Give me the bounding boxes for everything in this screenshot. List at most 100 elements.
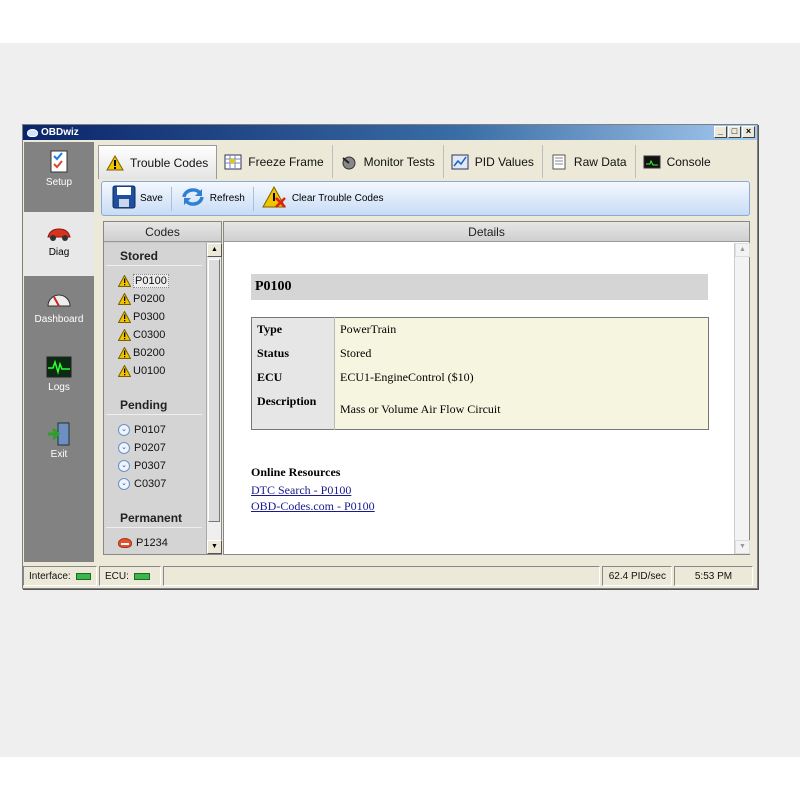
tab-raw-data[interactable]: Raw Data: [542, 145, 636, 178]
pending-chevron-icon: ⌄: [118, 424, 130, 436]
chart-icon: [451, 154, 469, 170]
warning-icon: [117, 292, 132, 305]
clear-warning-icon: [261, 185, 288, 212]
scroll-up-arrow[interactable]: ▲: [735, 243, 750, 257]
pending-chevron-icon: ⌄: [118, 478, 130, 490]
ecu-status: ECU:: [99, 566, 161, 586]
code-list-item[interactable]: ⌄ P0307: [104, 457, 206, 475]
refresh-button[interactable]: Refresh: [176, 185, 249, 213]
codes-panel: Codes Stored P0100 P0200 P0300 C0300 B0200 U0…: [103, 221, 222, 555]
code-list-item[interactable]: P0200: [104, 290, 206, 308]
info-value: ECU1-EngineControl ($10): [334, 365, 709, 390]
save-label: Save: [140, 193, 163, 204]
scroll-down-arrow[interactable]: ▼: [735, 540, 750, 554]
codes-list[interactable]: Stored P0100 P0200 P0300 C0300 B0200 U0100 Pe…: [104, 243, 206, 554]
tab-console[interactable]: Console: [635, 145, 719, 178]
details-panel: Details P0100 Type PowerTrain Status Sto…: [223, 221, 750, 555]
floppy-disk-icon: [112, 185, 136, 212]
codes-scrollbar[interactable]: ▲ ▼: [206, 243, 222, 554]
waveform-icon: [46, 355, 72, 379]
code-list-item[interactable]: P0100: [104, 272, 206, 290]
online-resources: Online Resources DTC Search - P0100 OBD-…: [251, 465, 375, 514]
interface-label: Interface:: [29, 570, 71, 582]
info-row: Status Stored: [251, 341, 709, 366]
info-key: Status: [251, 341, 335, 366]
code-label: P0200: [133, 293, 165, 305]
code-label: P0307: [134, 460, 166, 472]
minimize-button[interactable]: _: [714, 126, 727, 138]
save-button[interactable]: Save: [108, 185, 167, 213]
nav-label: Dashboard: [34, 314, 84, 325]
nav-item-setup[interactable]: Setup: [24, 142, 94, 206]
info-key: Type: [251, 317, 335, 342]
window-controls: _ □ ×: [714, 126, 755, 138]
clear-trouble-codes-button[interactable]: Clear Trouble Codes: [258, 185, 388, 213]
code-label: B0200: [133, 347, 165, 359]
warning-icon: [106, 154, 124, 171]
tab-monitor-tests[interactable]: Monitor Tests: [332, 145, 444, 178]
toolbar-separator: [170, 186, 172, 211]
nav-item-exit[interactable]: Exit: [24, 414, 94, 478]
code-list-item[interactable]: U0100: [104, 362, 206, 380]
permanent-section-title: Permanent: [106, 505, 202, 528]
refresh-label: Refresh: [209, 193, 245, 204]
nav-item-diag[interactable]: Diag: [24, 212, 94, 276]
permanent-stop-icon: [118, 538, 132, 548]
pending-section-title: Pending: [106, 392, 202, 415]
tab-freeze-frame[interactable]: Freeze Frame: [217, 145, 333, 178]
code-label: C0307: [134, 478, 167, 490]
codes-header: Codes: [104, 222, 221, 242]
title-bar[interactable]: OBDwiz _ □ ×: [23, 125, 757, 140]
gauge-icon: [46, 287, 72, 311]
pending-codes: ⌄ P0107 ⌄ P0207 ⌄ P0307 ⌄ C0307: [104, 421, 206, 493]
code-label: P0207: [134, 442, 166, 454]
window-title: OBDwiz: [41, 127, 79, 138]
terminal-icon: [643, 154, 661, 170]
code-list-item[interactable]: ⌄ C0307: [104, 475, 206, 493]
code-list-item[interactable]: P0300: [104, 308, 206, 326]
info-value: Mass or Volume Air Flow Circuit: [334, 389, 709, 430]
ecu-led-icon: [133, 572, 150, 580]
tab-label: Monitor Tests: [363, 154, 435, 169]
selected-code-title: P0100: [251, 274, 708, 300]
scroll-up-arrow[interactable]: ▲: [207, 243, 222, 257]
pid-rate: 62.4 PID/sec: [602, 566, 672, 586]
scroll-thumb[interactable]: [208, 259, 220, 522]
details-header: Details: [224, 222, 749, 242]
code-label: U0100: [133, 365, 166, 377]
ecu-label: ECU:: [105, 570, 129, 582]
dtc-search-link[interactable]: DTC Search - P0100: [251, 482, 375, 498]
tab-label: Console: [666, 154, 711, 169]
status-bar: Interface: ECU: 62.4 PID/sec 5:53 PM: [23, 566, 757, 588]
code-list-item[interactable]: B0200: [104, 344, 206, 362]
resources-title: Online Resources: [251, 465, 341, 479]
scroll-down-arrow[interactable]: ▼: [207, 540, 222, 554]
details-scrollbar[interactable]: ▲ ▼: [734, 243, 750, 554]
interface-led-icon: [75, 572, 91, 580]
nav-item-logs[interactable]: Logs: [24, 347, 94, 411]
info-key: ECU: [251, 365, 335, 390]
close-button[interactable]: ×: [742, 126, 755, 138]
info-row: Type PowerTrain: [251, 317, 709, 342]
tab-bar: Trouble Codes Freeze Frame Monitor Tests…: [98, 145, 758, 179]
info-value: PowerTrain: [334, 317, 709, 342]
maximize-button[interactable]: □: [728, 126, 741, 138]
code-list-item[interactable]: C0300: [104, 326, 206, 344]
permanent-codes: P1234: [104, 534, 206, 552]
warning-icon: [117, 346, 132, 359]
code-list-item[interactable]: ⌄ P0107: [104, 421, 206, 439]
exit-door-icon: [46, 422, 72, 446]
nav-label: Exit: [50, 449, 68, 460]
nav-item-dashboard[interactable]: Dashboard: [24, 279, 94, 343]
code-list-item[interactable]: P1234: [104, 534, 206, 552]
nav-label: Logs: [48, 382, 70, 393]
obd-codes-link[interactable]: OBD-Codes.com - P0100: [251, 498, 375, 514]
tab-label: Freeze Frame: [248, 154, 324, 169]
tab-trouble-codes[interactable]: Trouble Codes: [98, 145, 218, 179]
checklist-icon: [46, 150, 72, 174]
info-row: ECU ECU1-EngineControl ($10): [251, 365, 709, 390]
tab-label: Raw Data: [573, 154, 627, 169]
info-value: Stored: [334, 341, 709, 366]
code-list-item[interactable]: ⌄ P0207: [104, 439, 206, 457]
tab-pid-values[interactable]: PID Values: [443, 145, 543, 178]
